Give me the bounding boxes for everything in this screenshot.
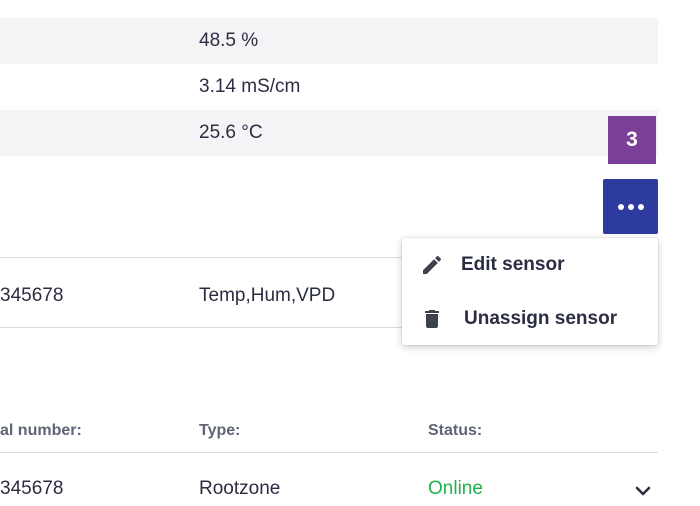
sensor-type: Temp,Hum,VPD: [199, 285, 336, 306]
sensor-serial: 345678: [0, 285, 64, 306]
divider: [0, 452, 658, 453]
reading-value: 48.5 %: [199, 30, 259, 51]
trash-icon: [425, 310, 439, 328]
menu-item-label: Unassign sensor: [464, 308, 618, 329]
pencil-icon: [423, 255, 442, 274]
unassign-sensor-menu-item[interactable]: Unassign sensor: [402, 294, 658, 344]
more-dots-icon: [627, 203, 634, 210]
column-header-serial: al number:: [0, 422, 82, 439]
table-cell-type: Rootzone: [199, 478, 281, 499]
reading-value: 3.14 mS/cm: [199, 76, 301, 97]
more-dots-icon: [637, 203, 644, 210]
edit-sensor-menu-item[interactable]: Edit sensor: [402, 241, 658, 291]
more-options-button[interactable]: [603, 179, 658, 234]
column-header-status: Status:: [428, 422, 483, 439]
reading-value: 25.6 °C: [199, 122, 263, 143]
reading-row-temperature: 25.6 °C: [0, 110, 658, 156]
menu-item-label: Edit sensor: [461, 254, 565, 275]
table-cell-serial: 345678: [0, 478, 64, 499]
chevron-down-icon[interactable]: [632, 480, 654, 502]
reading-row-ec: 3.14 mS/cm: [0, 64, 658, 110]
status-online-text: Online: [428, 478, 483, 499]
page: 48.5 % 3.14 mS/cm 25.6 °C 3 345678 Temp,…: [0, 0, 700, 506]
column-header-type: Type:: [199, 422, 241, 439]
step-badge: 3: [608, 116, 656, 164]
reading-row-humidity: 48.5 %: [0, 18, 658, 64]
sensor-context-menu: Edit sensor Unassign sensor: [402, 238, 658, 345]
more-dots-icon: [617, 203, 624, 210]
